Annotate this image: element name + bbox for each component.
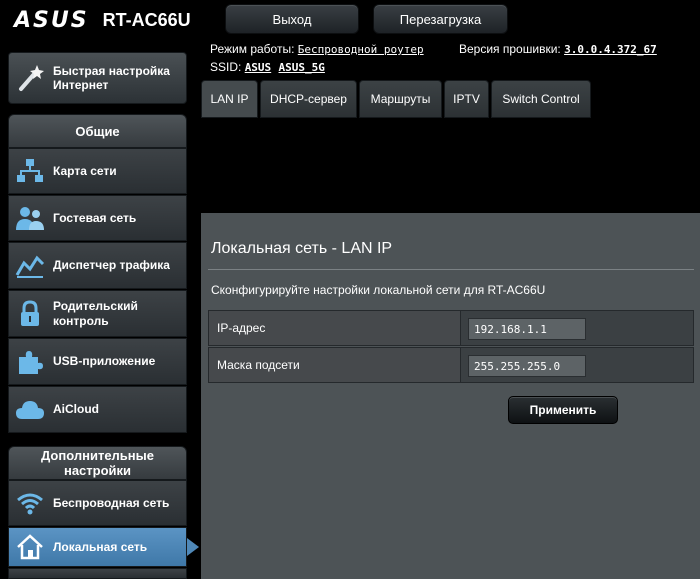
asus-logo: ASUS RT-AC66U [14,8,191,33]
ssid-label: SSID: [210,60,242,74]
content-panel [201,213,700,579]
sidebar-item-lan[interactable]: Локальная сеть [8,527,187,567]
guest-network-icon [15,204,45,232]
sidebar-item-label: Беспроводная сеть [53,495,170,510]
firmware-version: Версия прошивки: 3.0.0.4.372_67 [459,42,657,56]
page-title: Локальная сеть - LAN IP [211,240,393,257]
firmware-label: Версия прошивки: [459,42,561,56]
sidebar-item-label: Карта сети [53,163,117,178]
operation-mode: Режим работы: Беспроводной роутер [210,42,424,56]
apply-button[interactable]: Применить [508,396,618,424]
subnet-mask-label: Маска подсети [209,348,461,382]
sidebar-item-usb-application[interactable]: USB-приложение [8,338,187,385]
sidebar-item-label: Локальная сеть [53,539,148,554]
sidebar-item-wireless[interactable]: Беспроводная сеть [8,480,187,526]
title-divider [208,269,694,270]
sidebar-item-label: Родительский контроль [53,298,138,328]
ssid-link-2[interactable]: ASUS_5G [279,61,325,74]
reboot-button[interactable]: Перезагрузка [373,4,508,34]
sidebar-item-label: Диспетчер трафика [53,258,170,272]
active-item-pointer [187,538,199,556]
quick-setup-label: Быстрая настройка Интернет [53,64,170,92]
ip-address-input[interactable] [468,318,586,340]
tab-dhcp-server[interactable]: DHCP-сервер [260,80,357,118]
tab-routes[interactable]: Маршруты [359,80,442,118]
operation-mode-link[interactable]: Беспроводной роутер [298,43,424,56]
tab-switch-control[interactable]: Switch Control [491,80,591,118]
brand-logo: ASUS [14,8,89,33]
advanced-section-header: Дополнительные настройки [8,446,187,480]
sidebar-item-label: AiCloud [53,402,99,416]
cloud-icon [15,396,45,424]
network-map-icon [15,157,45,185]
traffic-manager-icon [15,252,45,280]
sidebar-item-parental-control[interactable]: Родительский контроль [8,290,187,337]
page-description: Сконфигурируйте настройки локальной сети… [211,283,546,297]
sidebar-item-network-map[interactable]: Карта сети [8,148,187,194]
quick-internet-setup-button[interactable]: Быстрая настройка Интернет [8,52,187,104]
sidebar-item-aicloud[interactable]: AiCloud [8,386,187,433]
general-section-header: Общие [8,114,187,148]
subnet-mask-row: Маска подсети [208,347,694,383]
home-icon [15,533,45,561]
ip-address-row: IP-адрес [208,310,694,346]
wireless-icon [15,489,45,517]
logout-button[interactable]: Выход [225,4,359,34]
operation-mode-label: Режим работы: [210,42,295,56]
ip-address-label: IP-адрес [209,311,461,345]
ssid-link-1[interactable]: ASUS [245,61,272,74]
sidebar-item-next[interactable] [8,568,187,579]
sidebar-item-guest-network[interactable]: Гостевая сеть [8,195,187,241]
tab-lan-ip[interactable]: LAN IP [201,80,258,118]
tab-iptv[interactable]: IPTV [444,80,489,118]
sidebar-item-label: Гостевая сеть [53,210,137,225]
puzzle-icon [15,348,45,376]
subnet-mask-input[interactable] [468,355,586,377]
ssid-info: SSID: ASUS ASUS_5G [210,60,325,74]
sidebar-item-traffic-manager[interactable]: Диспетчер трафика [8,242,187,289]
sidebar-item-label: USB-приложение [53,354,156,368]
lock-icon [15,299,45,328]
magic-wand-icon [15,64,45,92]
model-name: RT-AC66U [102,10,191,30]
firmware-link[interactable]: 3.0.0.4.372_67 [564,43,657,56]
